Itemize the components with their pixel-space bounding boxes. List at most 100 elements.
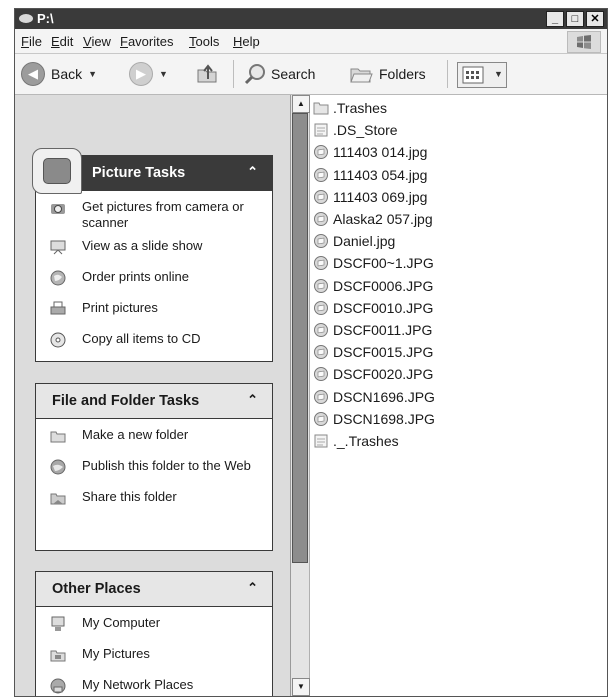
task-copy-to-cd[interactable]: Copy all items to CD: [36, 331, 272, 355]
task-label: Print pictures: [82, 300, 158, 315]
task-label: Order prints online: [82, 269, 189, 284]
menu-edit[interactable]: Edit: [51, 34, 73, 49]
search-icon: [244, 64, 265, 85]
file-name: DSCF0010.JPG: [333, 299, 434, 316]
picture-tasks-icon: [32, 148, 82, 194]
place-my-pictures[interactable]: My Pictures: [36, 646, 272, 670]
scroll-up-button[interactable]: ▲: [292, 95, 310, 113]
file-name: Daniel.jpg: [333, 233, 396, 250]
views-grid-icon: [462, 66, 484, 84]
file-name: DSCN1696.JPG: [333, 388, 435, 405]
minimize-button[interactable]: _: [546, 11, 564, 27]
file-item[interactable]: Daniel.jpg: [313, 230, 435, 252]
task-new-folder[interactable]: Make a new folder: [36, 427, 272, 451]
place-my-network[interactable]: My Network Places: [36, 677, 272, 696]
file-name: DSCF0006.JPG: [333, 277, 434, 294]
menu-tools[interactable]: Tools: [189, 34, 219, 49]
vertical-scrollbar[interactable]: ▲ ▼: [291, 95, 310, 696]
task-get-pictures[interactable]: Get pictures from camera or scanner: [36, 199, 272, 231]
scroll-down-button[interactable]: ▼: [292, 678, 310, 696]
windows-logo-icon: [567, 31, 601, 53]
toolbar: ◀ Back ▼ ▶ ▼ Search Folders ▼: [15, 54, 607, 95]
file-name: Alaska2 057.jpg: [333, 211, 433, 228]
close-button[interactable]: ✕: [586, 11, 604, 27]
back-dropdown-icon[interactable]: ▼: [88, 69, 97, 79]
image-file-icon: [313, 344, 333, 360]
file-icon: [313, 122, 333, 138]
back-label: Back: [51, 66, 83, 82]
task-label: Copy all items to CD: [82, 331, 201, 346]
image-file-icon: [313, 366, 333, 382]
folders-label: Folders: [379, 66, 426, 82]
file-item[interactable]: DSCF0010.JPG: [313, 297, 435, 319]
folder-icon: [313, 100, 333, 116]
place-my-computer[interactable]: My Computer: [36, 615, 272, 639]
forward-button[interactable]: ▶ ▼: [129, 62, 168, 86]
collapse-icon[interactable]: ⌃: [247, 580, 258, 596]
file-item[interactable]: 111403 054.jpg: [313, 164, 435, 186]
file-item[interactable]: DSCF0011.JPG: [313, 319, 435, 341]
menu-bar: File Edit View Favorites Tools Help: [15, 29, 607, 54]
file-name: .DS_Store: [333, 122, 398, 139]
menu-help[interactable]: Help: [233, 34, 260, 49]
file-name: DSCF0011.JPG: [333, 321, 433, 338]
collapse-icon[interactable]: ⌃: [247, 164, 258, 180]
toolbar-separator: [233, 60, 234, 88]
file-item[interactable]: Alaska2 057.jpg: [313, 208, 435, 230]
task-label: Publish this folder to the Web: [82, 458, 251, 473]
forward-arrow-icon: ▶: [129, 62, 153, 86]
other-places-header[interactable]: Other Places ⌃: [36, 572, 272, 607]
task-print-pictures[interactable]: Print pictures: [36, 300, 272, 324]
title-bar[interactable]: P:\ _ □ ✕: [15, 9, 607, 29]
scrollbar-thumb[interactable]: [292, 113, 308, 563]
task-slide-show[interactable]: View as a slide show: [36, 238, 272, 262]
file-item[interactable]: DSCN1698.JPG: [313, 408, 435, 430]
views-button[interactable]: ▼: [457, 62, 507, 88]
image-file-icon: [313, 278, 333, 294]
task-share-folder[interactable]: Share this folder: [36, 489, 272, 513]
file-item[interactable]: 111403 069.jpg: [313, 186, 435, 208]
file-item[interactable]: .DS_Store: [313, 119, 435, 141]
up-folder-button[interactable]: [195, 62, 219, 86]
file-icon: [313, 433, 333, 449]
image-file-icon: [313, 167, 333, 183]
file-name: ._.Trashes: [333, 432, 399, 449]
image-file-icon: [313, 211, 333, 227]
file-item[interactable]: 111403 014.jpg: [313, 141, 435, 163]
file-item[interactable]: ._.Trashes: [313, 430, 435, 452]
file-item[interactable]: DSCN1696.JPG: [313, 385, 435, 407]
menu-view[interactable]: View: [83, 34, 111, 49]
slideshow-icon: [50, 239, 66, 255]
task-publish-web[interactable]: Publish this folder to the Web: [36, 458, 272, 482]
file-item[interactable]: DSCF0020.JPG: [313, 363, 435, 385]
back-button[interactable]: ◀ Back ▼: [21, 62, 97, 86]
maximize-button[interactable]: □: [566, 11, 584, 27]
image-file-icon: [313, 389, 333, 405]
globe-icon: [50, 459, 66, 475]
folders-button[interactable]: Folders: [349, 62, 426, 86]
menu-favorites[interactable]: Favorites: [120, 34, 173, 49]
search-button[interactable]: Search: [243, 62, 315, 86]
task-order-prints[interactable]: Order prints online: [36, 269, 272, 293]
cd-icon: [50, 332, 66, 348]
picture-tasks-header[interactable]: Picture Tasks ⌃: [32, 148, 272, 194]
file-item[interactable]: DSCF0006.JPG: [313, 275, 435, 297]
file-folder-tasks-header[interactable]: File and Folder Tasks ⌃: [36, 384, 272, 419]
file-name: 111403 054.jpg: [333, 166, 428, 183]
file-item[interactable]: DSCF0015.JPG: [313, 341, 435, 363]
file-name: DSCF0015.JPG: [333, 344, 434, 361]
forward-dropdown-icon[interactable]: ▼: [159, 69, 168, 79]
image-file-icon: [313, 144, 333, 160]
collapse-icon[interactable]: ⌃: [247, 392, 258, 408]
menu-file[interactable]: File: [21, 34, 42, 49]
window-controls: _ □ ✕: [546, 11, 604, 27]
picture-tasks-panel: Picture Tasks ⌃ Get pictures from camera…: [32, 148, 273, 362]
image-file-icon: [313, 322, 333, 338]
explorer-window: P:\ _ □ ✕ File Edit View Favorites Tools…: [14, 8, 608, 697]
folders-icon: [350, 68, 373, 83]
views-dropdown-icon: ▼: [494, 69, 503, 79]
network-icon: [50, 678, 66, 694]
up-folder-icon: [197, 64, 217, 83]
file-item[interactable]: DSCF00~1.JPG: [313, 252, 435, 274]
file-item[interactable]: .Trashes: [313, 97, 435, 119]
